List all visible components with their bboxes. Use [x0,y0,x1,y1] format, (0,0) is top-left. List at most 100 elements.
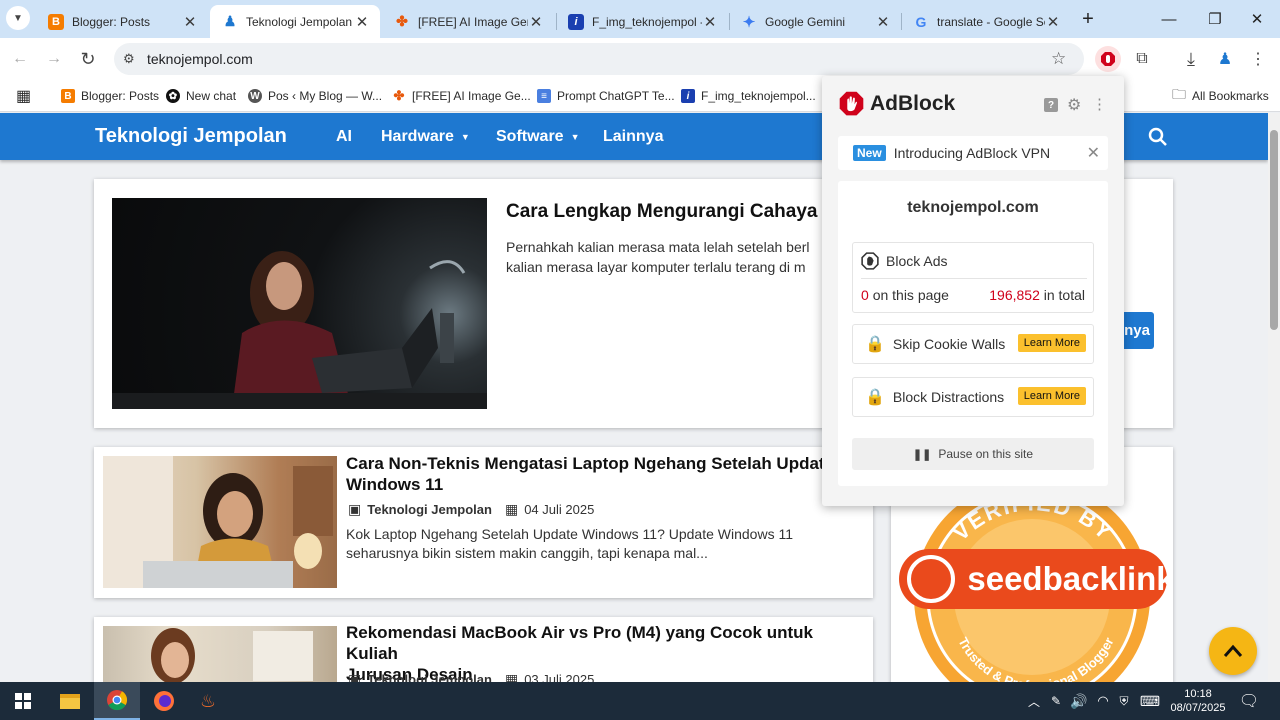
close-icon[interactable]: ✕ [875,13,891,31]
site-settings-icon[interactable]: ⚙ [123,51,135,67]
bookmark-item[interactable]: ≡ Prompt ChatGPT Te... [537,85,675,107]
post-excerpt-line2: seharusnya bikin sistem makin canggih, t… [346,545,708,561]
bookmark-item[interactable]: W Pos ‹ My Blog — W... [248,85,382,107]
tab-blogger-posts[interactable]: B Blogger: Posts ✕ [36,5,208,38]
all-bookmarks-label: All Bookmarks [1192,89,1269,103]
wifi-icon: ◠ [1097,693,1109,708]
start-button[interactable] [0,682,46,720]
adblock-logo-icon [839,91,864,116]
taskbar-pen-icon[interactable]: ✎ [1046,682,1066,720]
learn-more-button[interactable]: Learn More [1017,387,1086,405]
close-icon: ✕ [1250,11,1264,28]
notifications-button[interactable]: 🗨 [1234,682,1264,720]
post-author[interactable]: Teknologi Jempolan [367,502,492,517]
keyboard-button[interactable]: ⌨ [1137,682,1163,720]
bookmark-item[interactable]: i F_img_teknojempol... [681,85,816,107]
settings-button[interactable]: ⚙ [1067,95,1081,115]
apps-button[interactable]: ▦ [16,85,31,107]
close-icon[interactable]: ✕ [1045,13,1061,31]
new-tab-button[interactable]: + [1075,6,1101,32]
featured-excerpt-line1: Pernahkah kalian merasa mata lelah setel… [506,239,810,255]
profile-button[interactable]: ♟ [1212,46,1238,72]
adblock-brand: AdBlock [870,91,956,115]
maximize-button[interactable]: ❐ [1192,0,1238,38]
close-icon[interactable]: ✕ [182,13,198,31]
tab-title: Google Gemini [765,14,846,29]
forward-button[interactable]: → [41,46,67,72]
adblock-extension-button[interactable] [1095,46,1121,72]
menu-button[interactable]: ⋮ [1245,46,1271,72]
post-title[interactable]: Cara Non-Teknis Mengatasi Laptop Ngehang… [346,453,866,495]
scrollbar-thumb[interactable] [1270,130,1278,330]
downloads-button[interactable]: ⤓ [1178,46,1204,72]
vpn-promo[interactable]: New Introducing AdBlock VPN ✕ [838,136,1108,170]
nav-hardware[interactable]: Hardware ▼ [381,113,470,160]
current-domain: teknojempol.com [907,199,1039,216]
close-icon[interactable]: ✕ [354,13,370,31]
security-button[interactable]: ⛨ [1115,682,1133,720]
more-vert-icon: ⋮ [1250,51,1266,68]
bookmark-item[interactable]: B Blogger: Posts [61,85,159,107]
reload-button[interactable]: ↻ [75,46,101,72]
clock-time: 10:18 [1184,688,1212,700]
avatar: ♟ [1217,51,1233,68]
firefox-icon [154,691,174,711]
search-icon [1148,127,1167,146]
tab-ai-image[interactable]: ✤ [FREE] AI Image Gene ✕ [382,5,554,38]
volume-button[interactable]: 🔊 [1069,682,1089,720]
pause-button[interactable]: ❚❚ Pause on this site [852,438,1094,470]
puzzle-icon: ⧉ [1136,50,1148,67]
nav-lainnya[interactable]: Lainnya [603,113,663,160]
tab-google-gemini[interactable]: ✦ Google Gemini ✕ [729,5,901,38]
bookmark-item[interactable]: ✤ [FREE] AI Image Ge... [392,85,531,107]
tab-search-button[interactable]: ▼ [6,6,30,30]
featured-title[interactable]: Cara Lengkap Mengurangi Cahaya [506,201,817,222]
star-icon[interactable]: ☆ [1051,49,1066,69]
featured-image[interactable] [112,198,487,409]
lock-icon: 🔒 [865,336,885,353]
tab-title: [FREE] AI Image Gene [418,14,528,29]
tab-f-img[interactable]: i F_img_teknojempol - ✕ [556,5,728,38]
woman-laptop-image [112,251,487,409]
minimize-button[interactable]: — [1146,0,1192,38]
scroll-top-button[interactable] [1209,627,1257,675]
windows-icon [15,693,31,709]
taskbar-file-explorer[interactable] [47,682,93,720]
address-bar[interactable]: ⚙ teknojempol.com ☆ [114,43,1084,75]
adblock-menu-button[interactable]: ⋮ [1092,95,1107,113]
all-bookmarks-button[interactable]: 🗀 All Bookmarks [1172,85,1269,107]
taskbar-app[interactable]: ♨ [188,682,228,720]
pause-label: Pause on this site [938,447,1034,461]
post-excerpt-line1: Kok Laptop Ngehang Setelah Update Window… [346,526,793,542]
nav-ai[interactable]: AI [336,113,352,160]
close-icon[interactable]: ✕ [1087,143,1100,163]
back-button[interactable]: ← [7,46,33,72]
show-hidden-icons[interactable]: ︿ [1025,682,1043,720]
close-window-button[interactable]: ✕ [1234,0,1280,38]
skip-cookie-walls-row[interactable]: 🔒 Skip Cookie Walls Learn More [852,324,1094,364]
close-icon[interactable]: ✕ [528,13,544,31]
learn-more-button[interactable]: Learn More [1017,334,1086,352]
block-distractions-row[interactable]: 🔒 Block Distractions Learn More [852,377,1094,417]
post-thumbnail[interactable] [103,456,337,588]
site-brand[interactable]: Teknologi Jempolan [95,113,287,160]
clock[interactable]: 10:18 08/07/2025 [1166,682,1230,720]
bookmark-item[interactable]: ✿ New chat [166,85,236,107]
close-icon[interactable]: ✕ [702,13,718,31]
post-thumbnail[interactable] [103,626,337,686]
block-ads-panel[interactable]: Block Ads 0 on this page 196,852 in tota… [852,242,1094,313]
tab-teknologi-jempolan[interactable]: ♟ Teknologi Jempolan ✕ [210,5,380,38]
nav-software[interactable]: Software ▼ [496,113,580,160]
taskbar-firefox[interactable] [141,682,187,720]
total-count-label: in total [1043,287,1085,303]
chevron-up-icon: ︿ [1027,694,1040,709]
tab-translate[interactable]: G translate - Google Se ✕ [901,5,1071,38]
read-more-button[interactable]: nya [1121,312,1154,349]
taskbar-chrome[interactable] [94,682,140,720]
network-button[interactable]: ◠ [1093,682,1113,720]
browser-toolbar: ← → ↻ ⚙ teknojempol.com ☆ ⧉ ⤓ ♟ ⋮ [0,38,1280,79]
help-button[interactable]: ? [1044,98,1058,112]
search-button[interactable] [1148,113,1168,160]
app-icon: ♨ [199,690,217,711]
extensions-button[interactable]: ⧉ [1129,46,1155,72]
